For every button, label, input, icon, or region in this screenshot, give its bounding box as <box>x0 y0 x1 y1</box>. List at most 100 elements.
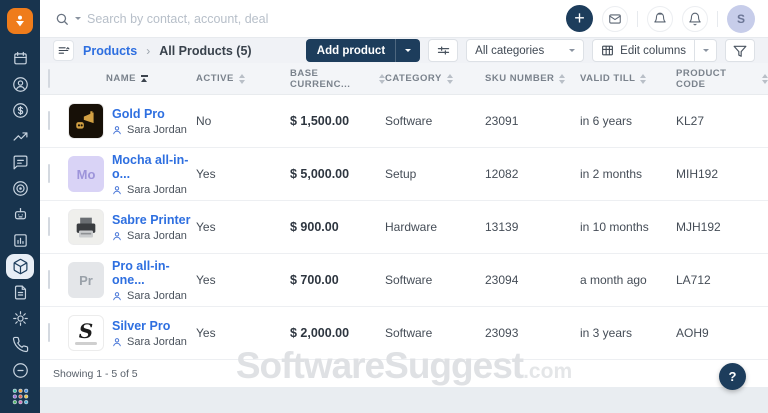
column-header-base-currenc[interactable]: BASE CURRENC... <box>290 68 385 90</box>
notifications-button[interactable] <box>682 5 708 32</box>
product-thumbnail <box>68 209 104 245</box>
sidebar-item-settings[interactable] <box>4 305 36 331</box>
product-thumbnail <box>68 103 104 139</box>
breadcrumb-current: All Products (5) <box>159 43 252 58</box>
table-body: Gold Pro Sara Jordan No $ 1,500.00 Softw… <box>40 95 768 360</box>
sort-icon <box>238 73 245 84</box>
user-icon <box>113 125 121 134</box>
product-name-link[interactable]: Sabre Printer <box>112 213 191 227</box>
edit-columns-button[interactable]: Edit columns <box>592 39 695 62</box>
category-cell: Software <box>385 326 433 340</box>
breadcrumb-products-link[interactable]: Products <box>83 44 137 58</box>
category-cell: Hardware <box>385 220 438 234</box>
help-button[interactable]: ? <box>719 363 746 390</box>
global-search <box>55 11 367 26</box>
email-button[interactable] <box>602 5 628 32</box>
user-icon <box>113 291 121 300</box>
user-avatar[interactable]: S <box>727 4 755 33</box>
breadcrumb-separator: › <box>146 43 151 58</box>
edit-columns-split: Edit columns <box>592 39 717 62</box>
sidebar-item-calls[interactable] <box>4 331 36 357</box>
edit-columns-label: Edit columns <box>620 44 686 57</box>
row-checkbox[interactable] <box>48 217 50 236</box>
app-window: + S Products <box>0 0 768 413</box>
topbar: + S <box>40 0 768 38</box>
bell-icon <box>688 12 702 26</box>
search-scope-caret-icon[interactable] <box>75 17 81 20</box>
category-cell: Software <box>385 114 433 128</box>
table-row[interactable]: Pr Pro all-in-one... Sara Jordan Yes $ 7… <box>40 254 768 307</box>
table-row[interactable]: Sabre Printer Sara Jordan Yes $ 900.00 H… <box>40 201 768 254</box>
row-checkbox[interactable] <box>48 270 50 289</box>
calls-icon <box>12 336 29 353</box>
product-name-link[interactable]: Pro all-in-one... <box>112 259 196 287</box>
column-header-active[interactable]: ACTIVE <box>196 73 290 84</box>
view-settings-button[interactable] <box>428 39 459 62</box>
select-all-checkbox[interactable] <box>48 68 50 88</box>
column-header-valid-till[interactable]: VALID TILL <box>580 73 676 84</box>
announcements-button[interactable] <box>647 5 673 32</box>
invoices-icon <box>12 284 29 301</box>
edit-columns-dropdown[interactable] <box>695 39 717 62</box>
categories-select[interactable]: All categories <box>466 39 585 62</box>
sort-icon <box>762 73 768 84</box>
quick-add-button[interactable]: + <box>566 5 593 32</box>
product-name-link[interactable]: Silver Pro <box>112 319 187 333</box>
add-product-dropdown[interactable] <box>395 39 420 62</box>
search-input[interactable] <box>87 11 367 26</box>
add-product-button[interactable]: Add product <box>305 39 421 62</box>
column-label: PRODUCT CODE <box>676 67 727 90</box>
table-row[interactable]: S Silver Pro Sara Jordan Yes $ 2,000.00 … <box>40 307 768 360</box>
showing-count: Showing 1 - 5 of 5 <box>53 367 138 380</box>
divider <box>717 10 718 27</box>
sidebar-item-reports[interactable] <box>4 227 36 253</box>
column-header-product-code[interactable]: PRODUCT CODE <box>676 68 768 90</box>
settings-icon <box>12 310 29 327</box>
chevron-down-icon <box>702 49 709 52</box>
active-cell: Yes <box>196 273 216 287</box>
column-header-name[interactable]: NAME <box>68 73 196 84</box>
breadcrumb: Products › All Products (5) <box>53 40 252 61</box>
question-mark-icon: ? <box>728 369 737 384</box>
table-header: NAME ACTIVE BASE CURRENC... CATEGORY SKU NUM… <box>40 63 768 95</box>
sidebar-item-conversations[interactable] <box>4 149 36 175</box>
active-cell: No <box>196 114 212 128</box>
product-name-link[interactable]: Mocha all-in-o... <box>112 153 196 181</box>
help-icon <box>12 362 29 379</box>
table-row[interactable]: Gold Pro Sara Jordan No $ 1,500.00 Softw… <box>40 95 768 148</box>
sidebar <box>0 0 40 413</box>
row-checkbox[interactable] <box>48 164 50 183</box>
sidebar-item-analytics[interactable] <box>4 123 36 149</box>
sidebar-item-products[interactable] <box>4 253 36 279</box>
salesmate-logo-icon[interactable] <box>7 8 33 34</box>
list-view-button[interactable] <box>53 40 74 61</box>
search-icon <box>55 12 69 26</box>
filter-button[interactable] <box>725 39 755 62</box>
sidebar-item-bot[interactable] <box>4 201 36 227</box>
sidebar-item-invoices[interactable] <box>4 279 36 305</box>
sidebar-item-calendar[interactable] <box>4 45 36 71</box>
goals-icon <box>12 180 29 197</box>
row-checkbox[interactable] <box>48 323 50 342</box>
column-header-category[interactable]: CATEGORY <box>385 73 485 84</box>
sidebar-item-deals[interactable] <box>4 97 36 123</box>
product-name-link[interactable]: Gold Pro <box>112 107 187 121</box>
sku-cell: 13139 <box>485 220 519 234</box>
price-cell: $ 2,000.00 <box>290 326 350 340</box>
row-checkbox[interactable] <box>48 111 50 130</box>
products-icon <box>6 253 34 279</box>
sidebar-item-apps[interactable] <box>4 383 36 409</box>
column-header-sku-number[interactable]: SKU NUMBER <box>485 73 580 84</box>
funnel-icon <box>733 44 747 58</box>
valid-till-cell: a month ago <box>580 273 647 287</box>
table-row[interactable]: Mo Mocha all-in-o... Sara Jordan Yes $ 5… <box>40 148 768 201</box>
sidebar-item-goals[interactable] <box>4 175 36 201</box>
active-cell: Yes <box>196 326 216 340</box>
column-label: NAME <box>106 73 136 84</box>
sidebar-item-contacts[interactable] <box>4 71 36 97</box>
divider <box>637 10 638 27</box>
sidebar-item-help[interactable] <box>4 357 36 383</box>
contacts-icon <box>12 76 29 93</box>
price-cell: $ 1,500.00 <box>290 114 350 128</box>
list-icon <box>57 44 70 57</box>
